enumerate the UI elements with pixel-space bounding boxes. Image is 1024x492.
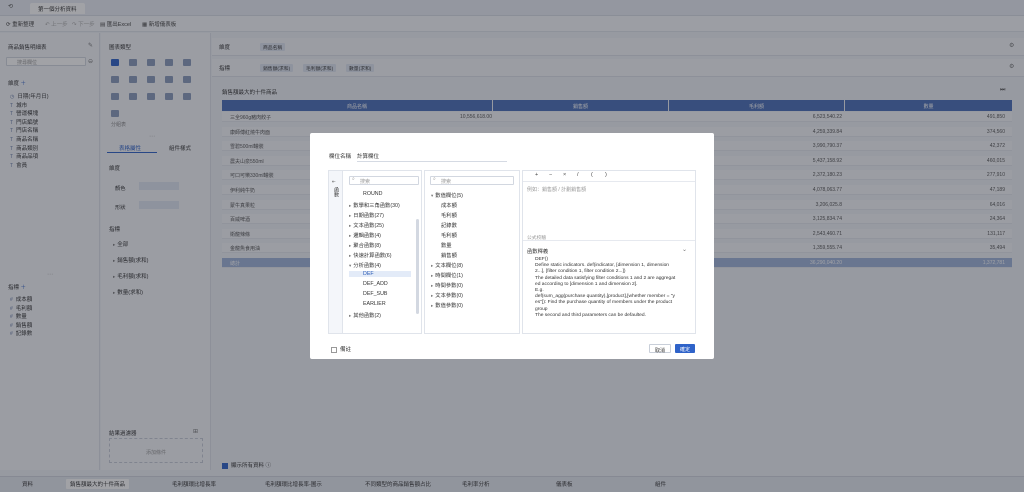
function-label: 日期函數(27): [353, 213, 384, 219]
field-list-panel: 搜索 ⌕ ▾ 數值欄位(5) 成本額 毛利額 記錄數 毛利額 數量 銷售額 ▸ 文本欄位(8) ▸ 時…: [424, 170, 520, 334]
operator-button[interactable]: +: [535, 172, 538, 178]
function-item[interactable]: EARLIER: [351, 301, 386, 307]
function-item[interactable]: ▸ 聚合函數(8): [349, 241, 381, 249]
caret-right-icon: ▸: [349, 233, 352, 238]
field-label: 毛利額: [441, 233, 457, 239]
function-item[interactable]: DEF_ADD: [351, 281, 388, 287]
field-label: 數值欄位(5): [435, 193, 463, 199]
field-item[interactable]: ▸ 時間欄位(1): [431, 271, 463, 279]
caret-right-icon: ▸: [431, 293, 434, 298]
operator-button[interactable]: /: [577, 172, 579, 178]
collapse-icon[interactable]: ⇤: [332, 179, 336, 185]
field-item[interactable]: 數量: [441, 241, 452, 249]
caret-down-icon: ▾: [431, 193, 434, 198]
caret-right-icon: ▸: [349, 203, 352, 208]
function-label: 快速計算函數(6): [353, 253, 392, 259]
caret-right-icon: ▸: [431, 273, 434, 278]
caret-right-icon: ▸: [431, 263, 434, 268]
function-item[interactable]: ▾ 分析函數(4): [349, 261, 381, 269]
field-item[interactable]: ▸ 數值參數(0): [431, 301, 463, 309]
operator-button[interactable]: (: [591, 172, 593, 178]
function-item[interactable]: ▸ 其他函數(2): [349, 311, 381, 319]
field-item[interactable]: 毛利額: [441, 231, 457, 239]
field-item[interactable]: 毛利額: [441, 211, 457, 219]
help-line: The second and third parameters can be d…: [535, 312, 646, 318]
field-name-input[interactable]: 計算欄位: [357, 152, 507, 162]
field-item[interactable]: 銷售額: [441, 251, 457, 259]
field-label: 毛利額: [441, 213, 457, 219]
function-label: 數學和三角函數(30): [353, 203, 400, 209]
field-item[interactable]: 記錄數: [441, 221, 457, 229]
field-label: 記錄數: [441, 223, 457, 229]
field-item[interactable]: ▸ 時間參數(0): [431, 281, 463, 289]
remark-checkbox[interactable]: 備註: [331, 345, 351, 353]
formula-input[interactable]: 例如：銷售額 / 計劃銷售額: [527, 186, 586, 193]
field-item[interactable]: ▸ 文本參數(0): [431, 291, 463, 299]
function-item[interactable]: ▸ 邏輯函數(4): [349, 231, 381, 239]
operator-button[interactable]: −: [549, 172, 552, 178]
chevron-down-icon[interactable]: ⌄: [682, 246, 687, 253]
field-item[interactable]: ▸ 文本欄位(8): [431, 261, 463, 269]
function-side-tab[interactable]: ⇤ 函數: [329, 171, 343, 333]
function-search-input[interactable]: 搜索: [349, 176, 419, 185]
search-icon: ⌕: [352, 176, 355, 182]
operator-button[interactable]: ×: [563, 172, 566, 178]
function-item[interactable]: ▸ 快速計算函數(6): [349, 251, 392, 259]
field-item[interactable]: 成本額: [441, 201, 457, 209]
function-label: EARLIER: [363, 301, 386, 307]
function-item[interactable]: DEF: [349, 271, 411, 277]
function-item[interactable]: ▸ 文本函數(25): [349, 221, 384, 229]
field-label: 文本欄位(8): [435, 263, 463, 269]
formula-editor-panel: + − × /() 例如：銷售額 / 計劃銷售額 公式校驗 函數釋義 ⌄ DEF() D…: [522, 170, 696, 334]
function-label: 文本函數(25): [353, 223, 384, 229]
editor-divider: [523, 181, 695, 182]
caret-right-icon: ▸: [349, 213, 352, 218]
function-label: DEF: [363, 271, 374, 277]
field-label: 時間參數(0): [435, 283, 463, 289]
search-icon: ⌕: [433, 176, 436, 182]
function-label: 分析函數(4): [353, 263, 381, 269]
function-label: 邏輯函數(4): [353, 233, 381, 239]
caret-right-icon: ▸: [431, 303, 434, 308]
caret-right-icon: ▸: [349, 313, 352, 318]
field-label: 數值參數(0): [435, 303, 463, 309]
function-item[interactable]: DEF_SUB: [351, 291, 387, 297]
function-label: DEF_ADD: [363, 281, 388, 287]
ok-button[interactable]: 確定: [675, 344, 696, 353]
editor-divider: [523, 240, 695, 241]
calculated-field-dialog: 欄位名稱 計算欄位 ⇤ 函數 搜索 ⌕ ROUND ▸ 數學和三角函數(30) ▸ 日期…: [310, 133, 714, 359]
caret-right-icon: ▸: [349, 243, 352, 248]
field-label: 時間欄位(1): [435, 273, 463, 279]
field-name-label: 欄位名稱: [329, 154, 352, 160]
caret-right-icon: ▸: [431, 283, 434, 288]
field-search-input[interactable]: 搜索: [430, 176, 514, 185]
operator-button[interactable]: ): [605, 172, 607, 178]
caret-right-icon: ▾: [349, 263, 352, 268]
function-item[interactable]: ROUND: [351, 191, 382, 197]
field-label: 銷售額: [441, 253, 457, 259]
function-label: 其他函數(2): [353, 313, 381, 319]
field-label: 數量: [441, 243, 452, 249]
field-label: 文本參數(0): [435, 293, 463, 299]
cancel-button[interactable]: 取消: [649, 344, 672, 354]
function-item[interactable]: ▸ 日期函數(27): [349, 211, 384, 219]
field-item[interactable]: ▾ 數值欄位(5): [431, 191, 463, 199]
field-label: 成本額: [441, 203, 457, 209]
function-panel: ⇤ 函數 搜索 ⌕ ROUND ▸ 數學和三角函數(30) ▸ 日期函數(27) ▸ 文本函…: [328, 170, 422, 334]
caret-right-icon: ▸: [349, 223, 352, 228]
function-label: ROUND: [363, 191, 383, 197]
function-label: DEF_SUB: [363, 291, 388, 297]
function-item[interactable]: ▸ 數學和三角函數(30): [349, 201, 400, 209]
help-title: 函數釋義: [527, 249, 549, 255]
caret-right-icon: ▸: [349, 253, 352, 258]
scrollbar[interactable]: [416, 219, 419, 314]
function-label: 聚合函數(8): [353, 243, 381, 249]
